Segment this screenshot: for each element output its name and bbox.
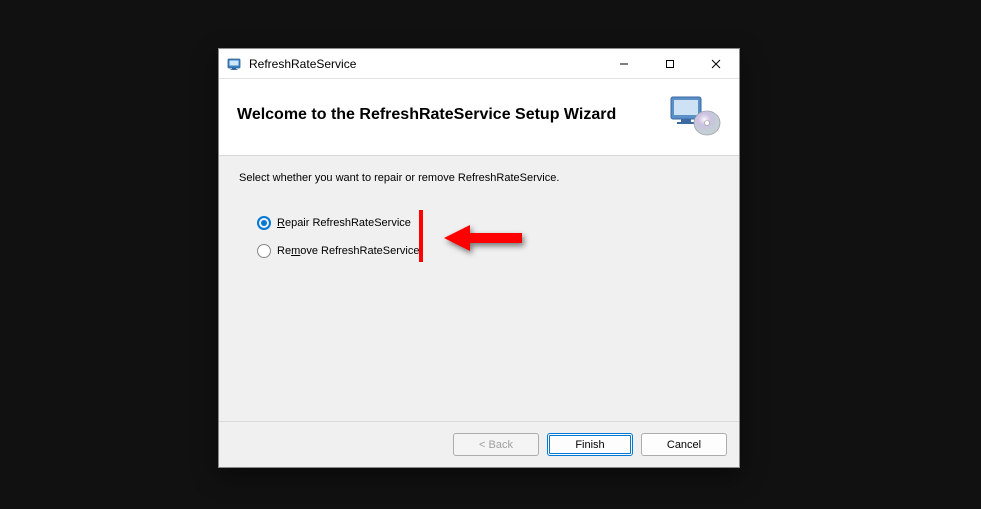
annotation-divider	[419, 210, 423, 262]
radio-icon	[257, 244, 271, 258]
radio-icon	[257, 216, 271, 230]
wizard-title: Welcome to the RefreshRateService Setup …	[237, 106, 657, 124]
close-button[interactable]	[693, 49, 739, 78]
wizard-footer: < Back Finish Cancel	[219, 421, 739, 467]
setup-wizard-window: RefreshRateService Welcome to the Refres…	[218, 48, 740, 468]
instruction-text: Select whether you want to repair or rem…	[239, 172, 719, 184]
repair-label: Repair RefreshRateService	[277, 217, 411, 229]
arrow-icon	[444, 223, 522, 258]
window-title: RefreshRateService	[249, 57, 601, 71]
maximize-button[interactable]	[647, 49, 693, 78]
back-button: < Back	[453, 433, 539, 456]
remove-label: Remove RefreshRateService	[277, 245, 419, 257]
titlebar: RefreshRateService	[219, 49, 739, 79]
cancel-button[interactable]: Cancel	[641, 433, 727, 456]
wizard-header: Welcome to the RefreshRateService Setup …	[219, 79, 739, 156]
finish-button[interactable]: Finish	[547, 433, 633, 456]
app-icon	[227, 56, 243, 72]
wizard-body: Select whether you want to repair or rem…	[219, 156, 739, 421]
installer-icon	[669, 93, 721, 137]
window-controls	[601, 49, 739, 78]
minimize-button[interactable]	[601, 49, 647, 78]
